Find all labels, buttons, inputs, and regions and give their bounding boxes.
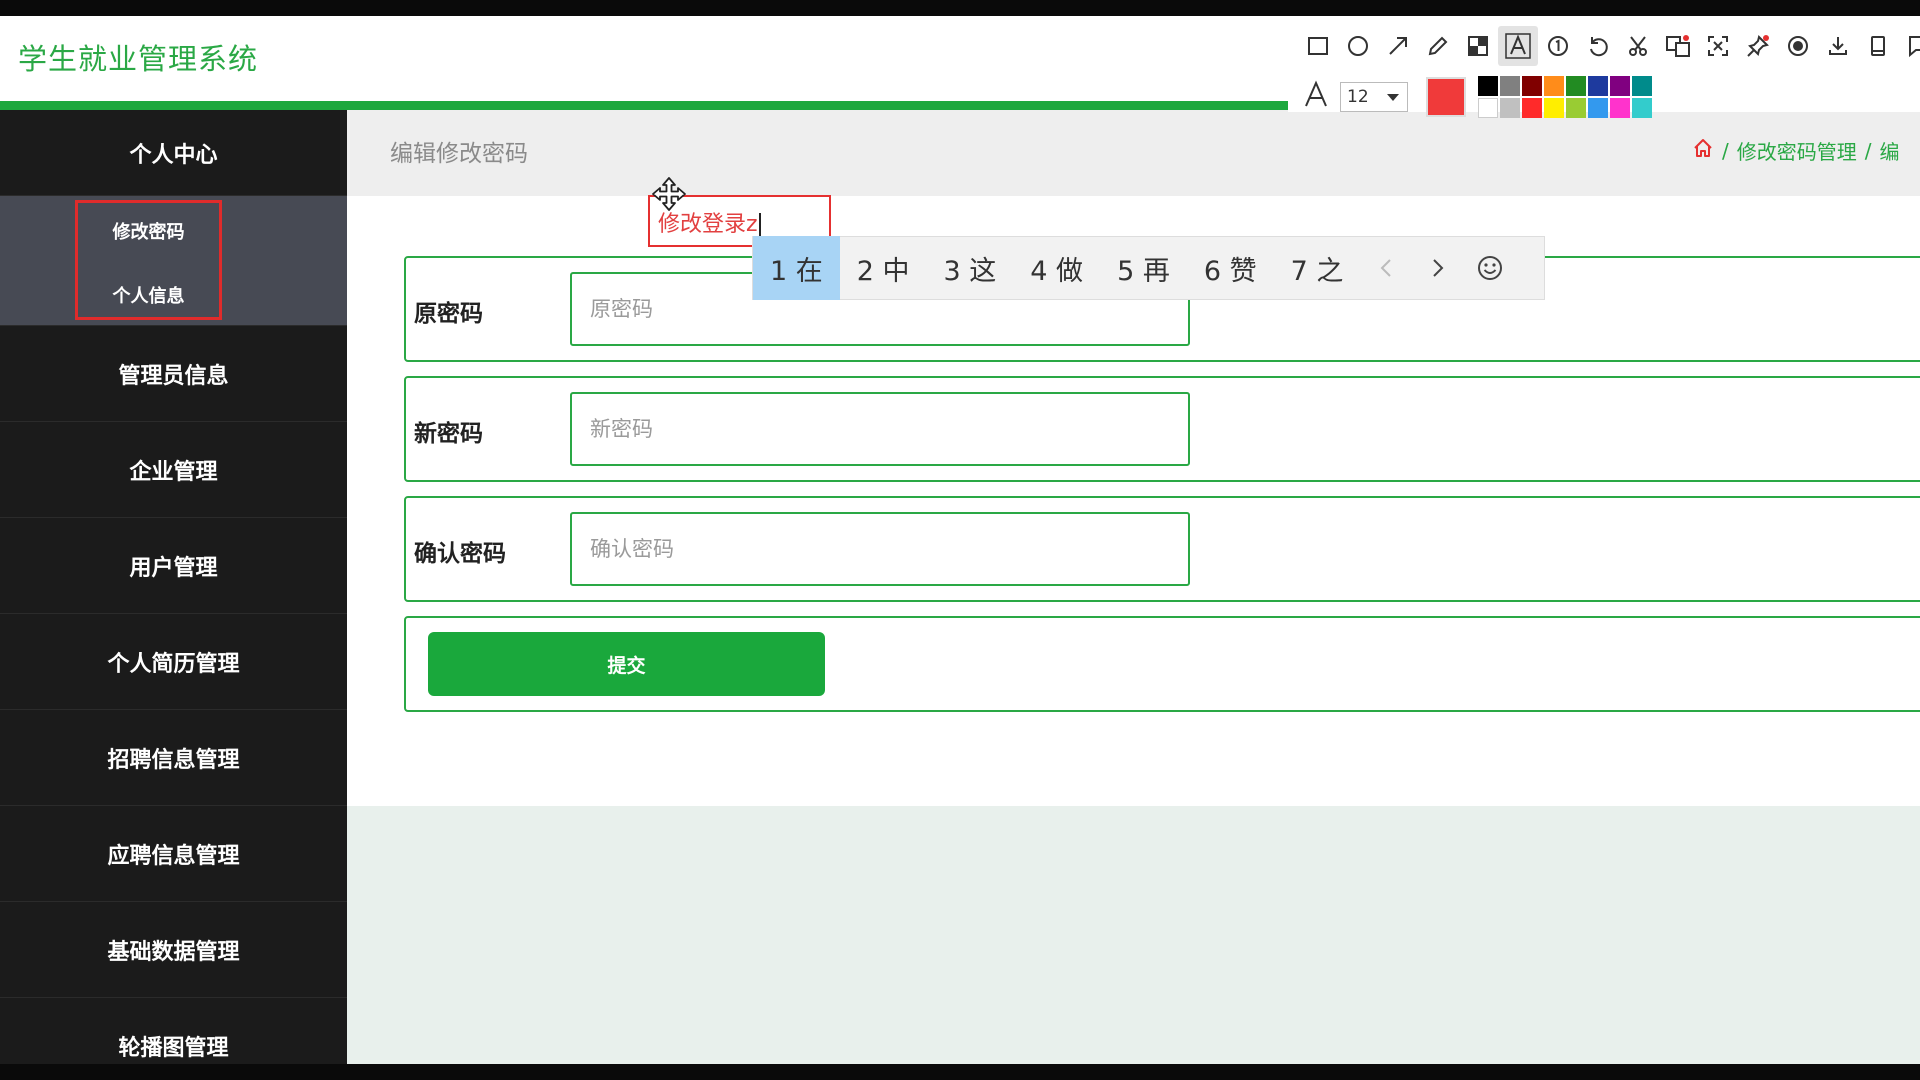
text-icon[interactable] xyxy=(1498,26,1538,66)
flag-icon[interactable] xyxy=(1898,26,1920,66)
font-size-value: 12 xyxy=(1347,87,1369,107)
color-swatch[interactable] xyxy=(1610,76,1630,96)
number-marker-icon[interactable] xyxy=(1538,26,1578,66)
color-palette xyxy=(1478,76,1652,118)
submit-button[interactable]: 提交 xyxy=(428,632,825,696)
ime-candidate[interactable]: 1 在 xyxy=(753,236,840,300)
arrow-icon[interactable] xyxy=(1378,26,1418,66)
ime-candidate[interactable]: 4 做 xyxy=(1013,236,1100,300)
sidebar-item-label: 个人中心 xyxy=(129,142,218,168)
annotation-text-value: 修改登录z xyxy=(658,212,758,237)
record-icon[interactable] xyxy=(1778,26,1818,66)
translate-icon[interactable] xyxy=(1658,26,1698,66)
mosaic-icon[interactable] xyxy=(1458,26,1498,66)
ime-candidate[interactable]: 2 中 xyxy=(840,236,927,300)
ime-candidate[interactable]: 3 这 xyxy=(927,236,1014,300)
color-swatch[interactable] xyxy=(1522,76,1542,96)
sidebar-item-label: 轮播图管理 xyxy=(118,1035,229,1061)
cut-icon[interactable] xyxy=(1618,26,1658,66)
sidebar-item-company[interactable]: 企业管理 xyxy=(0,422,347,518)
color-swatch[interactable] xyxy=(1478,76,1498,96)
top-black-bar xyxy=(0,0,1920,16)
screenshot-toolbar: 12 xyxy=(1288,16,1920,118)
page-title: 编辑修改密码 xyxy=(390,141,528,167)
home-icon[interactable] xyxy=(1692,137,1714,164)
download-icon[interactable] xyxy=(1818,26,1858,66)
form-row-confirm-password: 确认密码 xyxy=(404,496,1920,602)
breadcrumb-separator: / xyxy=(1864,138,1872,163)
move-icon[interactable] xyxy=(651,176,687,212)
new-password-label: 新密码 xyxy=(414,421,483,447)
sidebar-item-recruit[interactable]: 招聘信息管理 xyxy=(0,710,347,806)
ime-next-icon[interactable] xyxy=(1412,236,1464,300)
emoji-icon[interactable] xyxy=(1464,236,1516,300)
sidebar-item-label: 管理员信息 xyxy=(118,363,229,389)
circle-icon[interactable] xyxy=(1338,26,1378,66)
current-color-swatch[interactable] xyxy=(1426,77,1466,117)
screen: 学生就业管理系统 个人中心 修改密码 个人信息 管理员信息 企业管理 用户管理 … xyxy=(0,0,1920,1080)
pin-icon[interactable] xyxy=(1738,26,1778,66)
ime-candidate[interactable]: 7 之 xyxy=(1274,236,1361,300)
breadcrumb-bar: 编辑修改密码 / 修改密码管理 / 编 xyxy=(347,110,1920,196)
sidebar-item-label: 企业管理 xyxy=(129,459,218,485)
tool-row xyxy=(1298,26,1920,66)
sidebar-item-carousel[interactable]: 轮播图管理 xyxy=(0,998,347,1064)
color-swatch[interactable] xyxy=(1610,98,1630,118)
breadcrumb-current: 编 xyxy=(1879,140,1900,164)
color-swatch[interactable] xyxy=(1632,98,1652,118)
ime-prev-icon[interactable] xyxy=(1360,236,1412,300)
color-swatch[interactable] xyxy=(1566,98,1586,118)
sidebar-item-admin-info[interactable]: 管理员信息 xyxy=(0,326,347,422)
color-swatch[interactable] xyxy=(1632,76,1652,96)
pencil-icon[interactable] xyxy=(1418,26,1458,66)
color-swatch[interactable] xyxy=(1478,98,1498,118)
chevron-down-icon xyxy=(1387,94,1399,101)
sidebar-item-label: 应聘信息管理 xyxy=(107,843,240,869)
ime-candidate[interactable]: 5 再 xyxy=(1100,236,1187,300)
font-size-select[interactable]: 12 xyxy=(1340,82,1408,112)
sidebar-item-label: 个人简历管理 xyxy=(107,651,240,677)
new-password-input[interactable] xyxy=(570,392,1190,466)
ime-candidate[interactable]: 6 赞 xyxy=(1187,236,1274,300)
sidebar-item-personal-center[interactable]: 个人中心 xyxy=(0,110,347,196)
text-caret xyxy=(758,213,761,237)
sidebar-item-resume[interactable]: 个人简历管理 xyxy=(0,614,347,710)
text-style-row: 12 xyxy=(1298,76,1652,118)
color-swatch[interactable] xyxy=(1544,76,1564,96)
color-swatch[interactable] xyxy=(1588,98,1608,118)
ime-candidate-bar: 1 在 2 中 3 这 4 做 5 再 6 赞 7 之 xyxy=(752,236,1545,300)
old-password-label: 原密码 xyxy=(414,301,483,327)
color-swatch[interactable] xyxy=(1522,98,1542,118)
font-icon xyxy=(1298,79,1334,115)
form-row-submit: 提交 xyxy=(404,616,1920,712)
color-swatch[interactable] xyxy=(1500,76,1520,96)
sidebar-item-users[interactable]: 用户管理 xyxy=(0,518,347,614)
app-title: 学生就业管理系统 xyxy=(18,42,259,76)
sidebar-item-label: 用户管理 xyxy=(129,555,218,581)
color-swatch[interactable] xyxy=(1566,76,1586,96)
form-row-new-password: 新密码 xyxy=(404,376,1920,482)
rectangle-icon[interactable] xyxy=(1298,26,1338,66)
device-icon[interactable] xyxy=(1858,26,1898,66)
bottom-black-bar xyxy=(0,1064,1920,1080)
sidebar-item-label: 基础数据管理 xyxy=(107,939,240,965)
sidebar-item-application[interactable]: 应聘信息管理 xyxy=(0,806,347,902)
color-swatch[interactable] xyxy=(1544,98,1564,118)
color-swatch[interactable] xyxy=(1588,76,1608,96)
undo-icon[interactable] xyxy=(1578,26,1618,66)
submenu-highlight-box xyxy=(75,200,222,320)
breadcrumb-link[interactable]: 修改密码管理 xyxy=(1737,136,1857,165)
ocr-icon[interactable] xyxy=(1698,26,1738,66)
breadcrumb: / 修改密码管理 / 编 xyxy=(1692,136,1900,165)
confirm-password-input[interactable] xyxy=(570,512,1190,586)
sidebar-item-label: 招聘信息管理 xyxy=(107,747,240,773)
breadcrumb-separator: / xyxy=(1722,138,1729,163)
color-swatch[interactable] xyxy=(1500,98,1520,118)
sidebar-item-basic-data[interactable]: 基础数据管理 xyxy=(0,902,347,998)
confirm-password-label: 确认密码 xyxy=(414,541,506,567)
